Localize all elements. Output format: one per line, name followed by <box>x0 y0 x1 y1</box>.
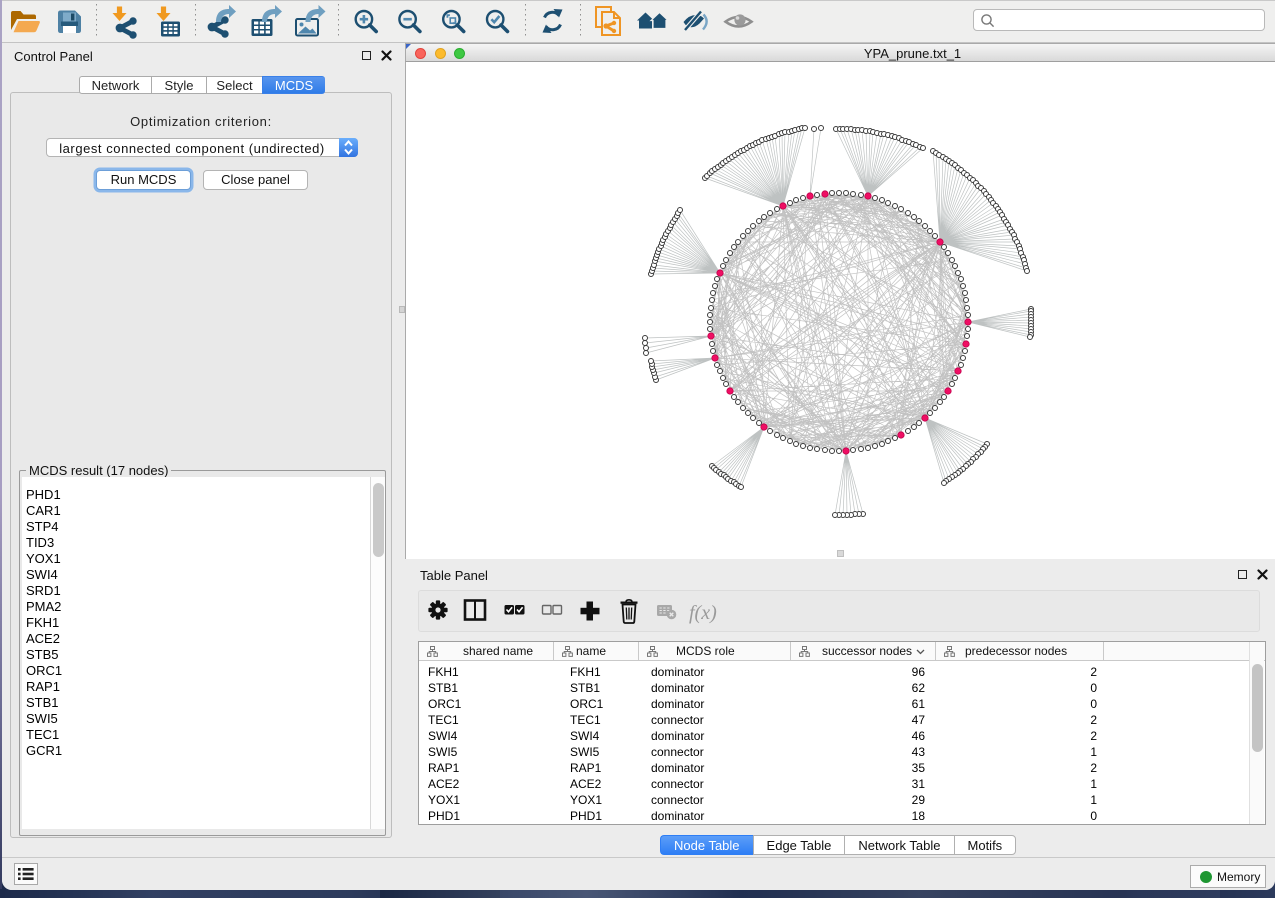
svg-text:f(x): f(x) <box>689 602 717 624</box>
